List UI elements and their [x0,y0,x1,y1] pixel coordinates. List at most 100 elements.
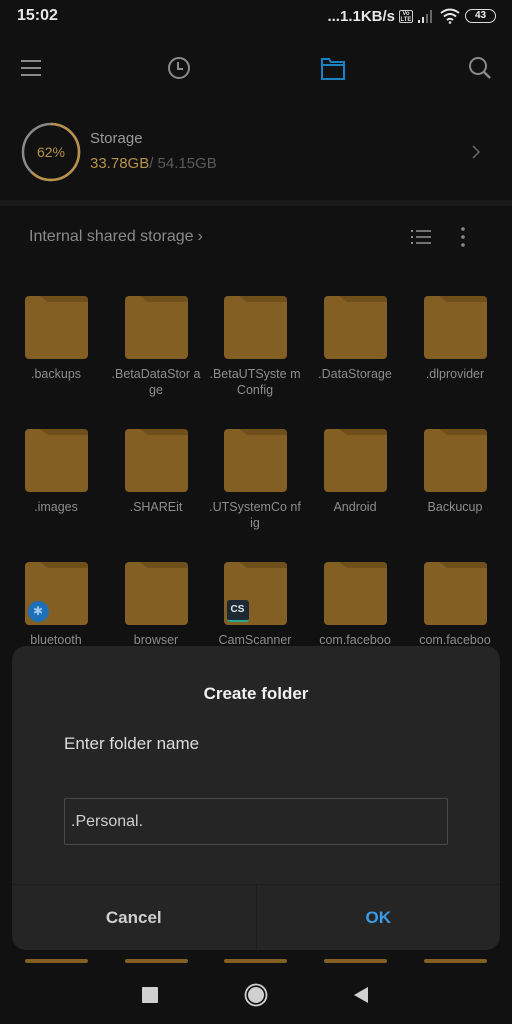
back-icon[interactable] [346,980,376,1010]
folder-name: .UTSystemCo nfig [209,500,301,530]
path-bar: Internal shared storage › [0,214,512,260]
folder-item[interactable]: Backucup [405,429,505,515]
create-folder-dialog: Create folder Enter folder name Cancel O… [12,646,500,950]
folder-icon [124,562,188,625]
status-time: 15:02 [17,7,58,24]
ok-button[interactable]: OK [257,885,501,950]
folder-icon [323,296,387,359]
folder-tab [438,296,487,302]
folder-item[interactable]: .BetaUTSyste mConfig [205,296,305,398]
storage-used: 33.78GB [90,155,150,172]
folder-item[interactable]: .images [6,429,106,515]
folder-icon[interactable] [319,54,347,82]
folder-item[interactable]: .backups [6,296,106,382]
section-divider [0,200,512,206]
folder-icon [223,429,287,492]
navigation-bar [0,968,512,1024]
folder-item[interactable]: com.faceboo [405,562,505,648]
list-view-icon[interactable] [410,227,432,247]
storage-percent: 62% [36,144,66,160]
menu-icon[interactable] [17,54,45,82]
folder-tab [438,429,487,435]
status-bar: 15:02 ...1.1KB/s Vo LTE 43 [0,0,512,34]
folder-tab [238,562,287,568]
search-icon[interactable] [466,54,494,82]
storage-total: / 54.15GB [149,155,217,172]
signal-icon [418,10,432,23]
folder-item[interactable]: com.faceboo [305,562,405,648]
folder-tab [338,562,387,568]
folder-icon: CS [223,562,287,625]
folder-item[interactable]: ✱ bluetooth [6,562,106,648]
folder-icon [423,562,487,625]
folder-tab [238,296,287,302]
folder-tab [139,562,188,568]
dialog-label: Enter folder name [64,734,200,753]
cancel-button[interactable]: Cancel [12,885,257,950]
folder-name-input[interactable] [64,798,448,845]
dialog-title: Create folder [203,684,309,703]
folder-partial [424,959,487,963]
folder-partial [25,959,88,963]
folder-name: .BetaDataStor age [111,367,201,397]
folder-row-partial [0,959,512,963]
folder-name: .BetaUTSyste mConfig [209,367,301,397]
recent-icon[interactable] [165,54,193,82]
folder-partial [324,959,387,963]
folder-tab [338,296,387,302]
camscanner-icon: CS [226,600,249,622]
folder-icon [323,562,387,625]
folder-tab [139,429,188,435]
folder-item[interactable]: Android [305,429,405,515]
folder-name: .DataStorage [318,367,392,381]
folder-name: Android [333,500,377,514]
storage-usage: 33.78GB/ 54.15GB [90,155,217,172]
folder-item[interactable]: CS CamScanner [205,562,305,648]
folder-partial [224,959,287,963]
folder-icon [24,429,88,492]
folder-name: .backups [30,367,82,381]
folder-name: .images [34,500,78,514]
folder-icon: ✱ [24,562,88,625]
top-toolbar [0,40,512,96]
folder-item[interactable]: .dlprovider [405,296,505,382]
folder-item[interactable]: .BetaDataStor age [106,296,206,398]
status-icons: ...1.1KB/s Vo LTE 43 [327,6,496,26]
storage-card[interactable]: 62% Storage 33.78GB/ 54.15GB [0,112,512,196]
folder-item[interactable]: .SHAREit [106,429,206,515]
recents-icon[interactable] [135,980,165,1010]
folder-icon [24,296,88,359]
volte-icon: Vo LTE [399,9,413,23]
battery-icon: 43 [465,9,496,23]
folder-tab [39,429,88,435]
folder-icon [124,296,188,359]
network-speed: ...1.1KB/s [327,7,395,25]
folder-tab [238,429,287,435]
folder-icon [423,429,487,492]
folder-name: Backucup [427,500,483,514]
folder-tab [39,296,88,302]
folder-name: .SHAREit [129,500,183,514]
home-icon[interactable] [241,980,271,1010]
folder-name: .dlprovider [425,367,485,381]
breadcrumb-chevron-icon: › [197,228,203,245]
bluetooth-icon: ✱ [27,601,49,622]
folder-icon [323,429,387,492]
folder-tab [139,296,188,302]
chevron-right-icon [472,145,481,159]
breadcrumb[interactable]: Internal shared storage › [29,228,203,246]
folder-tab [438,562,487,568]
storage-title: Storage [90,130,143,147]
breadcrumb-label: Internal shared storage [29,228,194,245]
folder-tab [338,429,387,435]
folder-icon [423,296,487,359]
more-options-icon[interactable] [456,225,470,249]
folder-icon [223,296,287,359]
folder-icon [124,429,188,492]
folder-item[interactable]: browser [106,562,206,648]
folder-item[interactable]: .DataStorage [305,296,405,382]
folder-item[interactable]: .UTSystemCo nfig [205,429,305,531]
folder-partial [125,959,188,963]
dialog-actions: Cancel OK [12,884,500,950]
wifi-icon [440,8,460,24]
